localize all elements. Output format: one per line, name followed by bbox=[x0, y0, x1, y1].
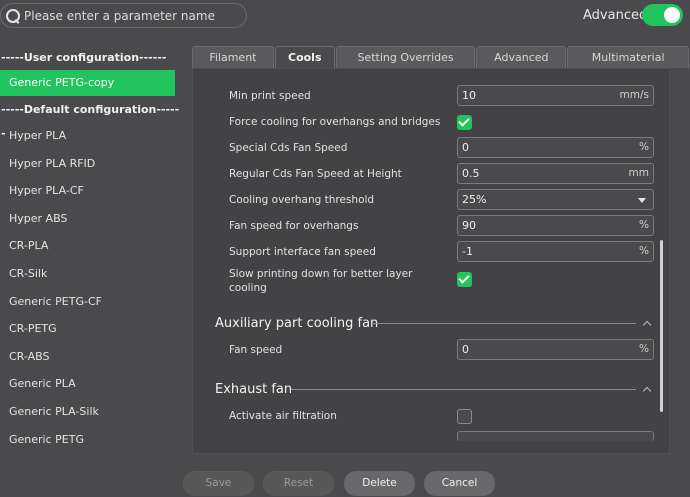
regular-cds-fan-height-input[interactable]: 0.5 mm bbox=[457, 163, 654, 184]
field-value: -1 bbox=[462, 245, 473, 258]
advanced-label: Advanced bbox=[583, 8, 648, 23]
slow-printing-checkbox[interactable] bbox=[457, 272, 472, 287]
aux-fan-speed-input[interactable]: 0 % bbox=[457, 339, 654, 360]
fan-speed-overhangs-input[interactable]: 90 % bbox=[457, 215, 654, 236]
profile-item[interactable]: Generic PLA-Silk bbox=[0, 398, 180, 426]
profile-item[interactable]: Hyper PLA bbox=[0, 122, 180, 150]
setting-label: Min print speed bbox=[229, 90, 311, 102]
setting-label: Regular Cds Fan Speed at Height bbox=[229, 168, 402, 180]
profile-item-generic-petg-copy[interactable]: Generic PETG-copy bbox=[0, 70, 175, 96]
partial-input[interactable] bbox=[457, 431, 654, 441]
field-unit: mm/s bbox=[619, 89, 649, 101]
force-cooling-checkbox[interactable] bbox=[457, 115, 472, 130]
cancel-button[interactable]: Cancel bbox=[424, 471, 495, 496]
setting-label: Slow printing down for better layer bbox=[229, 268, 413, 280]
chevron-up-icon[interactable] bbox=[642, 320, 652, 330]
field-value: 90 bbox=[462, 219, 476, 232]
profile-item[interactable]: Generic PETG-CF bbox=[0, 288, 180, 316]
setting-label: Activate air filtration bbox=[229, 410, 337, 422]
field-value: 25% bbox=[462, 193, 487, 206]
profile-item[interactable]: Hyper ABS bbox=[0, 205, 180, 233]
advanced-toggle[interactable] bbox=[642, 4, 683, 26]
setting-label: Force cooling for overhangs and bridges bbox=[229, 116, 441, 128]
settings-tabs: Filament Cools Setting Overrides Advance… bbox=[192, 46, 690, 68]
field-unit: % bbox=[639, 245, 649, 257]
search-box[interactable] bbox=[0, 3, 247, 28]
scrollbar[interactable] bbox=[660, 240, 663, 412]
tab-advanced[interactable]: Advanced bbox=[476, 46, 567, 68]
setting-label-cont: cooling bbox=[229, 282, 267, 294]
default-config-header: -----Default configuration------ bbox=[1, 103, 180, 140]
field-unit: mm bbox=[628, 167, 649, 179]
field-value: 0 bbox=[462, 343, 469, 356]
setting-label: Special Cds Fan Speed bbox=[229, 142, 348, 154]
section-divider bbox=[291, 389, 636, 390]
search-input[interactable] bbox=[24, 8, 244, 23]
chevron-down-icon bbox=[638, 198, 646, 203]
setting-label: Fan speed for overhangs bbox=[229, 220, 359, 232]
cooling-overhang-threshold-select[interactable]: 25% bbox=[457, 189, 654, 210]
profile-item[interactable]: CR-ABS bbox=[0, 343, 180, 371]
air-filtration-checkbox[interactable] bbox=[457, 409, 472, 424]
field-value: 0.5 bbox=[462, 167, 480, 180]
user-config-header: -----User configuration------ bbox=[1, 51, 167, 64]
field-value: 10 bbox=[462, 89, 476, 102]
section-title-auxiliary-fan: Auxiliary part cooling fan bbox=[215, 316, 379, 331]
section-title-exhaust-fan: Exhaust fan bbox=[215, 382, 293, 397]
field-unit: % bbox=[639, 219, 649, 231]
profile-item[interactable]: CR-Silk bbox=[0, 260, 180, 288]
chevron-up-icon[interactable] bbox=[642, 386, 652, 396]
setting-label: Support interface fan speed bbox=[229, 246, 376, 258]
field-unit: % bbox=[639, 141, 649, 153]
profile-item[interactable]: CR-PETG bbox=[0, 315, 180, 343]
profile-item[interactable]: CR-PLA bbox=[0, 232, 180, 260]
tab-setting-overrides[interactable]: Setting Overrides bbox=[335, 46, 476, 68]
search-icon bbox=[5, 8, 21, 24]
special-cds-fan-input[interactable]: 0 % bbox=[457, 137, 654, 158]
min-print-speed-input[interactable]: 10 mm/s bbox=[457, 85, 654, 106]
section-divider bbox=[373, 323, 636, 324]
settings-panel: Min print speed 10 mm/s Force cooling fo… bbox=[192, 68, 670, 454]
field-value: 0 bbox=[462, 141, 469, 154]
delete-button[interactable]: Delete bbox=[344, 471, 415, 496]
setting-label: Fan speed bbox=[229, 344, 283, 356]
profile-item[interactable]: Hyper PLA-CF bbox=[0, 177, 180, 205]
reset-button[interactable]: Reset bbox=[263, 471, 334, 496]
profile-list: -----User configuration------ Generic PE… bbox=[0, 46, 180, 453]
field-unit: % bbox=[639, 343, 649, 355]
save-button[interactable]: Save bbox=[183, 471, 254, 496]
tab-multimaterial[interactable]: Multimaterial bbox=[567, 46, 689, 68]
profile-item[interactable]: Generic PLA bbox=[0, 370, 180, 398]
tab-filament[interactable]: Filament bbox=[192, 46, 274, 68]
setting-label: Cooling overhang threshold bbox=[229, 194, 375, 206]
support-interface-fan-input[interactable]: -1 % bbox=[457, 241, 654, 262]
profile-item[interactable]: Generic PETG bbox=[0, 426, 180, 454]
profile-item[interactable]: Hyper PLA RFID bbox=[0, 150, 180, 178]
tab-cools[interactable]: Cools bbox=[274, 46, 335, 68]
